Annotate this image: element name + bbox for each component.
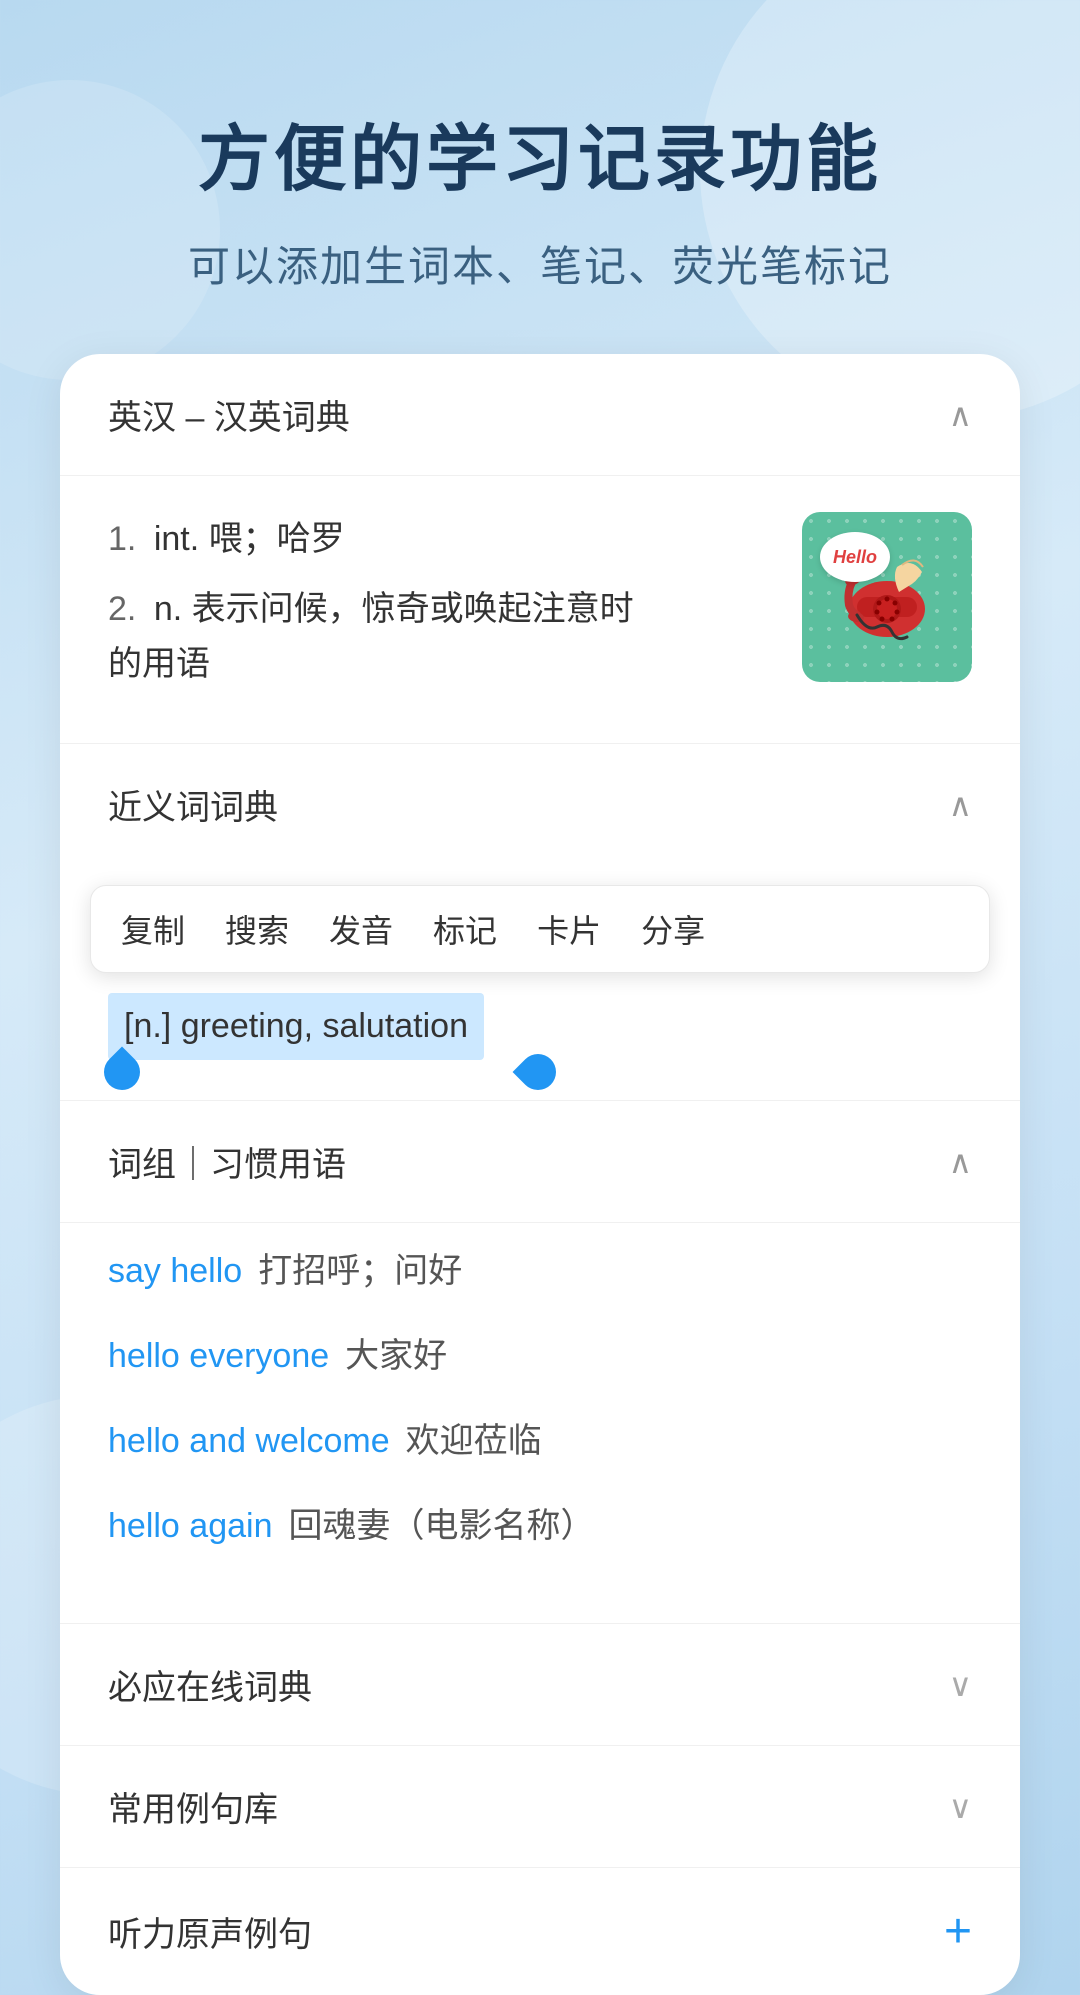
context-mark[interactable]: 标记 bbox=[433, 906, 497, 952]
biyingonline-title: 必应在线词典 bbox=[108, 1660, 312, 1709]
dictionary-chevron-icon: ∧ bbox=[949, 396, 972, 434]
phrase-english-1: say hello bbox=[108, 1252, 242, 1291]
example-sentences-title: 常用例句库 bbox=[108, 1782, 278, 1831]
header-section: 方便的学习记录功能 可以添加生词本、笔记、荧光笔标记 bbox=[60, 0, 1020, 354]
def-pos-1: int. 喂；哈罗 bbox=[154, 520, 345, 558]
phrase-english-2: hello everyone bbox=[108, 1337, 329, 1376]
context-pronounce[interactable]: 发音 bbox=[329, 906, 393, 952]
hello-bubble: Hello bbox=[820, 532, 890, 582]
context-card[interactable]: 卡片 bbox=[537, 906, 601, 952]
audio-sentences-section[interactable]: 听力原声例句 + bbox=[60, 1868, 1020, 1995]
synonyms-title: 近义词词典 bbox=[108, 780, 278, 829]
context-copy[interactable]: 复制 bbox=[121, 906, 185, 952]
phrases-title: 词组｜习惯用语 bbox=[108, 1137, 346, 1186]
definition-area: 1. int. 喂；哈罗 2. n. 表示问候，惊奇或唤起注意时的用语 Hell… bbox=[60, 476, 1020, 744]
definitions-list: 1. int. 喂；哈罗 2. n. 表示问候，惊奇或唤起注意时的用语 bbox=[108, 512, 772, 707]
synonyms-chevron-icon: ∧ bbox=[949, 786, 972, 824]
synonyms-section: 近义词词典 ∧ 复制 搜索 发音 标记 卡片 分享 [n.] greeting,… bbox=[60, 744, 1020, 1101]
selected-text: [n.] greeting, salutation bbox=[108, 993, 484, 1060]
phrases-section-header[interactable]: 词组｜习惯用语 ∧ bbox=[60, 1101, 1020, 1223]
definition-item-1: 1. int. 喂；哈罗 bbox=[108, 512, 772, 566]
context-search[interactable]: 搜索 bbox=[225, 906, 289, 952]
context-share[interactable]: 分享 bbox=[641, 906, 705, 952]
biyingonline-chevron-icon: ∨ bbox=[949, 1666, 972, 1704]
selected-text-row: [n.] greeting, salutation bbox=[60, 973, 1020, 1100]
phrases-chevron-icon: ∧ bbox=[949, 1143, 972, 1181]
subtitle: 可以添加生词本、笔记、荧光笔标记 bbox=[60, 233, 1020, 294]
phrase-chinese-4: 回魂妻（电影名称） bbox=[288, 1498, 594, 1547]
phrase-english-4: hello again bbox=[108, 1507, 272, 1546]
phrase-chinese-1: 打招呼；问好 bbox=[258, 1243, 462, 1292]
phrase-item-2[interactable]: hello everyone 大家好 bbox=[108, 1328, 972, 1377]
context-menu: 复制 搜索 发音 标记 卡片 分享 bbox=[90, 885, 990, 973]
selection-handle-right bbox=[513, 1047, 564, 1098]
phrase-item-3[interactable]: hello and welcome 欢迎莅临 bbox=[108, 1413, 972, 1462]
audio-sentences-plus-icon[interactable]: + bbox=[944, 1904, 972, 1959]
dictionary-section-header[interactable]: 英汉 – 汉英词典 ∧ bbox=[60, 354, 1020, 476]
phrase-item-4[interactable]: hello again 回魂妻（电影名称） bbox=[108, 1498, 972, 1547]
phrases-section: 词组｜习惯用语 ∧ say hello 打招呼；问好 hello everyon… bbox=[60, 1101, 1020, 1624]
phrase-english-3: hello and welcome bbox=[108, 1422, 390, 1461]
phrases-list: say hello 打招呼；问好 hello everyone 大家好 hell… bbox=[60, 1223, 1020, 1623]
def-number-1: 1. bbox=[108, 520, 136, 558]
main-card: 英汉 – 汉英词典 ∧ 1. int. 喂；哈罗 2. n. 表示问候，惊奇或唤… bbox=[60, 354, 1020, 1995]
hello-telephone-image: Hello bbox=[802, 512, 972, 682]
phrase-chinese-2: 大家好 bbox=[345, 1328, 447, 1377]
synonyms-section-header[interactable]: 近义词词典 ∧ bbox=[60, 744, 1020, 865]
def-number-2: 2. bbox=[108, 590, 136, 628]
main-title: 方便的学习记录功能 bbox=[60, 100, 1020, 205]
definition-item-2: 2. n. 表示问候，惊奇或唤起注意时的用语 bbox=[108, 582, 772, 691]
phrase-item-1[interactable]: say hello 打招呼；问好 bbox=[108, 1243, 972, 1292]
phrase-chinese-3: 欢迎莅临 bbox=[406, 1413, 542, 1462]
example-sentences-chevron-icon: ∨ bbox=[949, 1788, 972, 1826]
biyingonline-section[interactable]: 必应在线词典 ∨ bbox=[60, 1624, 1020, 1746]
def-pos-2: n. 表示问候，惊奇或唤起注意时的用语 bbox=[108, 590, 634, 682]
audio-sentences-title: 听力原声例句 bbox=[108, 1907, 312, 1956]
dictionary-title: 英汉 – 汉英词典 bbox=[108, 390, 350, 439]
example-sentences-section[interactable]: 常用例句库 ∨ bbox=[60, 1746, 1020, 1868]
